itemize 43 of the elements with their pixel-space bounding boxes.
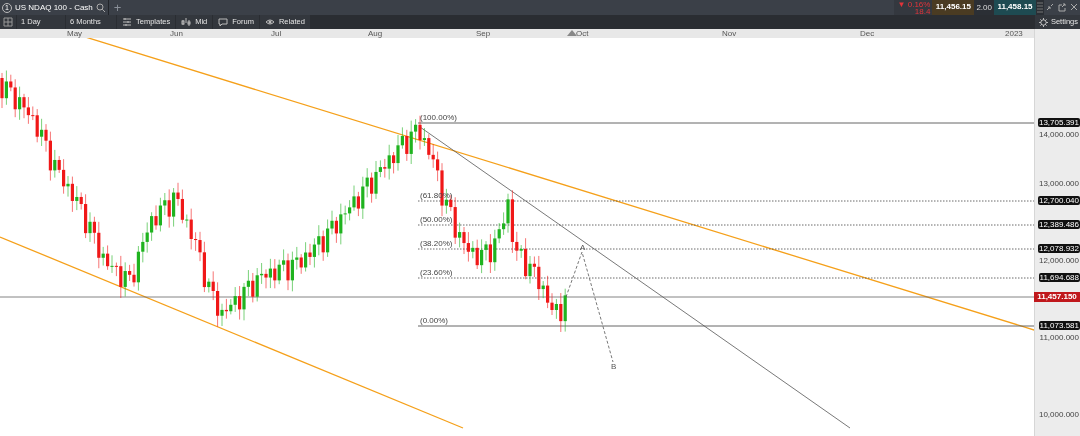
price-level-label: 13,705.391 [1037,118,1080,127]
search-icon[interactable] [95,2,106,13]
fibonacci-level-label: (38.20%) [420,240,453,248]
month-label: Oct [576,29,589,38]
month-label: Nov [722,29,737,38]
fibonacci-level-label: (100.00%) [420,114,457,122]
month-label: Jun [170,29,183,38]
layout-grid-icon[interactable] [0,15,16,29]
fibonacci-level-label: (50.00%) [420,216,453,224]
price-level-label: 12,700.040 [1037,196,1080,205]
settings-icon [1038,17,1048,27]
change-percent: ▼ 0.16% [897,0,931,8]
pattern-point-label: B [611,362,617,371]
month-label: Aug [368,29,383,38]
month-label: 2023 [1005,29,1023,38]
sliders-icon [122,17,132,27]
eye-icon [264,17,275,27]
spread-value: 2.00 [974,0,994,15]
month-label: Sep [476,29,491,38]
month-label: May [67,29,83,38]
fibonacci-level-label: (0.00%) [420,317,448,325]
grip-icon[interactable] [1036,0,1044,15]
current-price-label: 11,457.150 [1034,292,1080,302]
candles-icon [181,17,192,27]
pattern-point-label: A [580,243,586,252]
sell-price-button[interactable]: 11,456.15 [932,0,975,15]
speech-bubble-icon [218,17,229,27]
price-tick-label: 12,000.000 [1038,257,1079,265]
price-tick-label: 14,000.000 [1038,131,1079,139]
popout-icon[interactable] [1056,0,1068,15]
price-level-label: 11,073.581 [1038,321,1080,330]
price-tick-label: 10,000.000 [1038,411,1079,419]
event-marker-icon[interactable] [567,30,577,36]
month-label: Dec [860,29,875,38]
price-tick-label: 13,000.000 [1038,180,1079,188]
price-level-label: 12,389.486 [1037,220,1080,229]
change-value: 18.4 [914,7,931,15]
fibonacci-level-label: (23.60%) [420,269,453,277]
price-tick-label: 11,000.000 [1039,334,1079,342]
price-level-label: 11,694.688 [1038,273,1080,282]
month-label: Jul [271,29,282,38]
price-level-label: 12,078.932 [1037,244,1080,253]
buy-price-button[interactable]: 11,458.15 [994,0,1036,15]
